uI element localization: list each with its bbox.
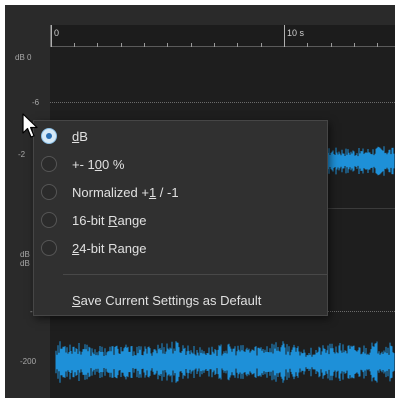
radio-button-icon[interactable] [41,184,57,200]
axis-label-minus20: -2 [18,150,26,159]
audio-editor-panel: 0 10 s dB 0 -6 -2 dB dB -6 -200 dB +- 10… [5,5,395,398]
display-mode-context-menu: dB +- 100 % Normalized +1 / -1 16-bit Ra… [33,120,328,316]
menu-item-24bit[interactable]: 24-bit Range [34,235,327,263]
waveform-lower [55,341,395,383]
menu-separator [63,274,327,275]
ruler-major-tick [51,25,52,47]
ruler-start-label: 0 [54,28,60,38]
menu-item-label: 24-bit Range [72,241,147,256]
menu-item-normalized[interactable]: Normalized +1 / -1 [34,179,327,207]
db-unit-label: dB 0 [15,53,32,62]
menu-item-label: 16-bit Range [72,213,147,228]
menu-item-16bit[interactable]: 16-bit Range [34,207,327,235]
radio-button-icon[interactable] [41,156,57,172]
ruler-mid-label: 10 s [287,28,305,38]
radio-button-icon[interactable] [41,240,57,256]
menu-item-label: Normalized +1 / -1 [72,185,179,200]
menu-item-save-default[interactable]: Save Current Settings as Default [34,287,327,315]
radio-button-icon[interactable] [41,128,57,144]
time-ruler[interactable]: 0 10 s [50,25,395,47]
axis-label-minus200: -200 [20,357,37,366]
menu-item-db[interactable]: dB [34,123,327,151]
mouse-pointer-icon [22,113,38,138]
menu-item-label: dB [72,129,88,144]
axis-label-minus6: -6 [32,98,40,107]
menu-item-label: +- 100 % [72,157,125,172]
axis-label-db: dB [20,259,30,268]
menu-item-percent[interactable]: +- 100 % [34,151,327,179]
ruler-major-tick [284,25,285,47]
menu-item-label: Save Current Settings as Default [72,293,262,308]
radio-button-icon[interactable] [41,212,57,228]
level-line-minus6 [50,102,395,103]
axis-label-db: dB [20,250,30,259]
